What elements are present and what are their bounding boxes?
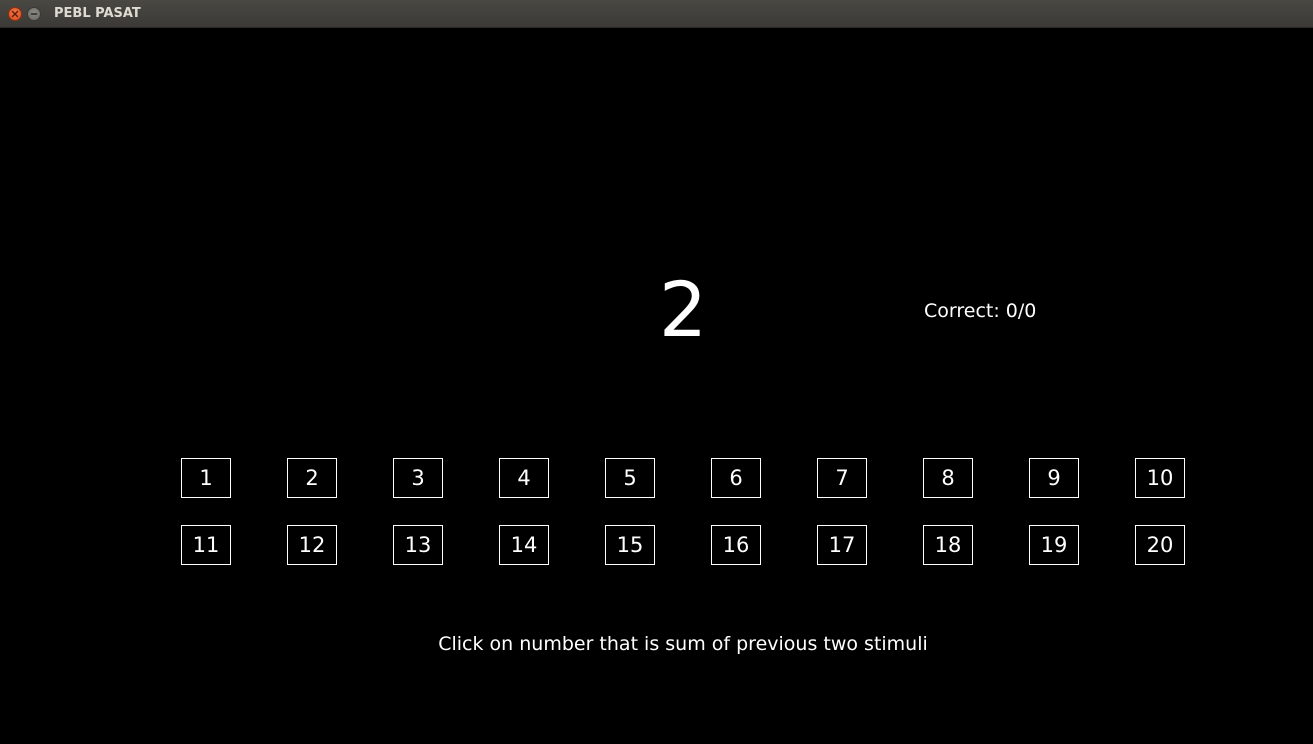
- answer-button-6[interactable]: 6: [711, 458, 761, 498]
- instruction-text: Click on number that is sum of previous …: [438, 633, 928, 655]
- answer-grid: 1 2 3 4 5 6 7 8 9 10 11 12 13 14 15 16 1…: [181, 458, 1186, 566]
- task-canvas: 2 Correct: 0/0 1 2 3 4 5 6 7 8 9 10 11 1…: [0, 28, 1313, 744]
- answer-button-19[interactable]: 19: [1029, 525, 1079, 565]
- answer-button-5[interactable]: 5: [605, 458, 655, 498]
- window-title: PEBL PASAT: [54, 6, 141, 21]
- answer-button-12[interactable]: 12: [287, 525, 337, 565]
- answer-button-20[interactable]: 20: [1135, 525, 1185, 565]
- answer-button-8[interactable]: 8: [923, 458, 973, 498]
- answer-button-7[interactable]: 7: [817, 458, 867, 498]
- minimize-icon: [30, 13, 38, 15]
- answer-button-1[interactable]: 1: [181, 458, 231, 498]
- answer-button-14[interactable]: 14: [499, 525, 549, 565]
- answer-button-11[interactable]: 11: [181, 525, 231, 565]
- app-window: PEBL PASAT 2 Correct: 0/0 1 2 3 4 5 6 7 …: [0, 0, 1313, 744]
- close-icon: [11, 10, 19, 18]
- answer-button-9[interactable]: 9: [1029, 458, 1079, 498]
- title-bar[interactable]: PEBL PASAT: [0, 0, 1313, 28]
- answer-button-2[interactable]: 2: [287, 458, 337, 498]
- answer-button-15[interactable]: 15: [605, 525, 655, 565]
- answer-button-16[interactable]: 16: [711, 525, 761, 565]
- score-readout: Correct: 0/0: [924, 300, 1037, 322]
- close-window-button[interactable]: [8, 7, 22, 21]
- stimulus-number: 2: [658, 265, 708, 354]
- answer-button-3[interactable]: 3: [393, 458, 443, 498]
- minimize-window-button[interactable]: [27, 7, 41, 21]
- answer-button-10[interactable]: 10: [1135, 458, 1185, 498]
- answer-button-18[interactable]: 18: [923, 525, 973, 565]
- answer-button-13[interactable]: 13: [393, 525, 443, 565]
- answer-button-17[interactable]: 17: [817, 525, 867, 565]
- answer-button-4[interactable]: 4: [499, 458, 549, 498]
